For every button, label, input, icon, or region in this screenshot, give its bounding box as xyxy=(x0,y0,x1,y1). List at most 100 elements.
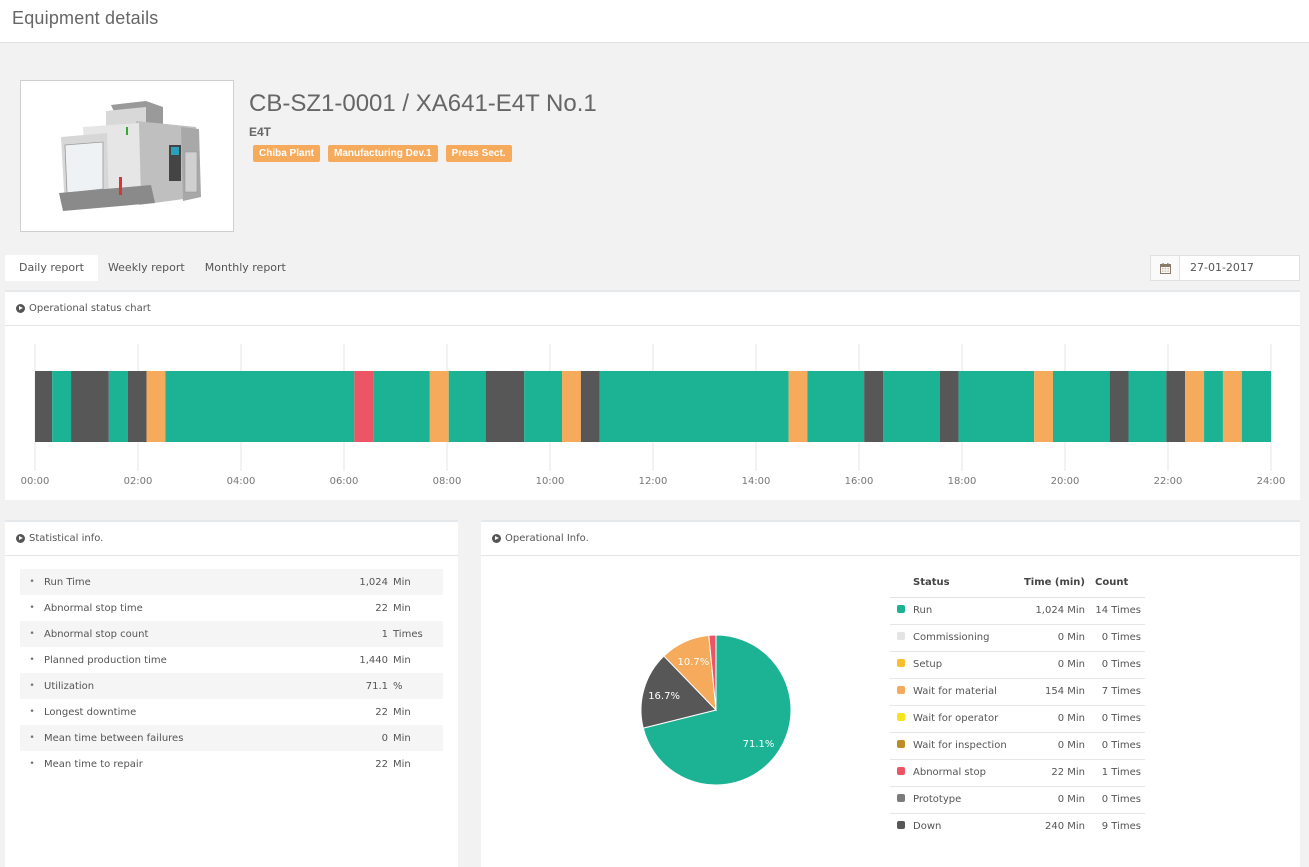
status-count: 14 Times xyxy=(1085,597,1145,625)
statistics-list: • Run Time 1,024 Min • Abnormal stop time 22 M… xyxy=(20,569,443,777)
status-count: 0 Times xyxy=(1085,651,1145,679)
legend-swatch-abnormal xyxy=(897,767,905,775)
timeline-segment-down xyxy=(35,371,53,442)
x-tick-label: 20:00 xyxy=(1051,476,1080,487)
x-tick-label: 24:00 xyxy=(1257,476,1286,487)
table-header-row: Status Time (min) Count xyxy=(890,569,1145,598)
stat-value: 1,024 xyxy=(359,576,388,588)
timeline-segment-down xyxy=(485,371,525,442)
top-bar: Equipment details xyxy=(0,0,1309,43)
legend-swatch-wait-material xyxy=(897,686,905,694)
operational-status-panel: Operational status chart 00:00 02:00 04:00… xyxy=(5,290,1300,500)
status-time: 1,024 Min xyxy=(1013,597,1085,625)
bullet: • xyxy=(29,681,35,691)
table-row: Down 240 Min 9 Times xyxy=(890,813,1145,840)
stat-row-abnormal-stop-time: • Abnormal stop time 22 Min xyxy=(20,595,443,621)
stat-row-abnormal-stop-count: • Abnormal stop count 1 Times xyxy=(20,621,443,647)
stat-value: 1,440 xyxy=(359,654,388,666)
stat-unit: Min xyxy=(393,732,411,744)
tab-weekly-report[interactable]: Weekly report xyxy=(98,255,195,281)
report-tabs: Daily report Weekly report Monthly repor… xyxy=(5,255,296,281)
status-name: Wait for material xyxy=(913,678,1013,706)
pie-label-run: 71.1% xyxy=(743,739,775,750)
status-time: 0 Min xyxy=(1013,624,1085,652)
status-count: 0 Times xyxy=(1085,705,1145,733)
timeline-segment-wait-material xyxy=(1034,371,1053,442)
timeline-segment-run xyxy=(883,371,940,442)
date-input[interactable]: 27-01-2017 xyxy=(1180,256,1254,280)
bullet: • xyxy=(29,629,35,639)
header-status: Status xyxy=(913,569,1013,598)
panel-header: Statistical info. xyxy=(5,522,458,556)
timeline-segment-wait-material xyxy=(788,371,808,442)
status-time: 0 Min xyxy=(1013,651,1085,679)
legend-swatch-prototype xyxy=(897,794,905,802)
timeline-segment-run xyxy=(524,371,563,442)
table-row: Wait for operator 0 Min 0 Times xyxy=(890,705,1145,733)
stat-label: Run Time xyxy=(44,576,91,588)
status-count: 1 Times xyxy=(1085,759,1145,787)
timeline-segment-wait-material xyxy=(1222,371,1242,442)
page-title: Equipment details xyxy=(12,8,159,28)
status-name: Run xyxy=(913,597,1013,625)
legend-swatch-setup xyxy=(897,659,905,667)
table-row: Wait for inspection 0 Min 0 Times xyxy=(890,732,1145,760)
equipment-image xyxy=(20,80,234,232)
stat-label: Mean time to repair xyxy=(44,758,143,770)
equipment-model: E4T xyxy=(249,125,272,139)
timeline-segment-down xyxy=(580,371,600,442)
play-circle-icon xyxy=(16,304,25,313)
x-tick-label: 22:00 xyxy=(1154,476,1183,487)
status-count: 7 Times xyxy=(1085,678,1145,706)
timeline-segment-down xyxy=(864,371,884,442)
timeline-segment-run xyxy=(108,371,128,442)
stat-unit: Min xyxy=(393,602,411,614)
table-row: Prototype 0 Min 0 Times xyxy=(890,786,1145,814)
stat-value: 1 xyxy=(381,628,388,640)
bullet: • xyxy=(29,733,35,743)
timeline-segment-down xyxy=(127,371,147,442)
timeline-segment-abnormal xyxy=(354,371,374,442)
date-picker[interactable]: 27-01-2017 xyxy=(1150,255,1300,281)
operational-info-panel: Operational Info. 71.1% 16.7% 10.7% Status… xyxy=(481,520,1300,867)
tab-monthly-report[interactable]: Monthly report xyxy=(195,255,296,281)
timeline-segment-down xyxy=(1109,371,1129,442)
stat-label: Planned production time xyxy=(44,654,167,666)
timeline-segment-run xyxy=(1204,371,1223,442)
status-name: Prototype xyxy=(913,786,1013,814)
stat-label: Mean time between failures xyxy=(44,732,184,744)
tag-section: Press Sect. xyxy=(445,145,512,162)
timeline-segment-down xyxy=(71,371,109,442)
x-tick-label: 10:00 xyxy=(536,476,565,487)
pie-label-wait-material: 10.7% xyxy=(678,657,710,668)
panel-title: Statistical info. xyxy=(29,533,104,544)
table-row: Run 1,024 Min 14 Times xyxy=(890,597,1145,625)
status-name: Setup xyxy=(913,651,1013,679)
status-count: 0 Times xyxy=(1085,786,1145,814)
status-time: 154 Min xyxy=(1013,678,1085,706)
x-tick-label: 02:00 xyxy=(124,476,153,487)
tab-daily-report[interactable]: Daily report xyxy=(5,255,98,281)
status-table: Status Time (min) Count Run 1,024 Min 14 T… xyxy=(890,569,1145,840)
timeline-segment-run xyxy=(1241,371,1271,442)
timeline-segment-wait-material xyxy=(1185,371,1205,442)
calendar-button[interactable] xyxy=(1151,256,1180,280)
status-count: 0 Times xyxy=(1085,732,1145,760)
status-time: 240 Min xyxy=(1044,821,1085,833)
panel-title: Operational Info. xyxy=(505,533,589,544)
bullet: • xyxy=(29,603,35,613)
bullet: • xyxy=(29,759,35,769)
stat-row-longest-downtime: • Longest downtime 22 Min xyxy=(20,699,443,725)
timeline-segment-run xyxy=(373,371,430,442)
x-tick-label: 12:00 xyxy=(639,476,668,487)
status-time: 22 Min xyxy=(1013,759,1085,787)
legend-swatch-wait-operator xyxy=(897,713,905,721)
legend-swatch-down xyxy=(897,821,905,830)
header-count: Count xyxy=(1085,569,1145,598)
stat-value: 71.1 xyxy=(365,680,388,692)
tag-plant: Chiba Plant xyxy=(253,145,321,162)
stat-label: Abnormal stop time xyxy=(44,602,143,614)
play-circle-icon xyxy=(16,534,25,543)
header-time: Time (min) xyxy=(1013,569,1085,598)
legend-swatch-commissioning xyxy=(897,632,905,640)
